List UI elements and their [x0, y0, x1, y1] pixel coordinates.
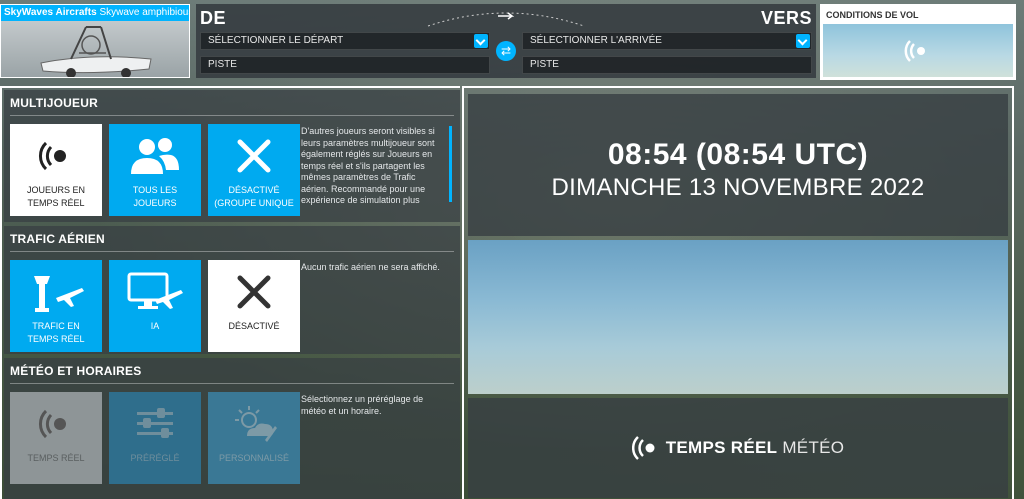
flight-conditions-preview [823, 24, 1013, 77]
weather-time-description: Sélectionnez un préréglage de météo et u… [301, 394, 424, 416]
weather-option-custom[interactable]: PERSONNALISÉ [208, 392, 300, 484]
traffic-option-ai[interactable]: IA [109, 260, 201, 352]
flight-setup-bar: SkyWaves Aircrafts Skywave amphibious DE… [0, 0, 1024, 82]
tile-label: DÉSACTIVÉ [228, 321, 280, 331]
aircraft-maker: SkyWaves Aircrafts [4, 7, 97, 18]
swap-icon: ⇄ [500, 44, 512, 58]
sky-preview [468, 240, 1008, 394]
departure-select[interactable]: SÉLECTIONNER LE DÉPART [200, 32, 490, 50]
users-icon [131, 138, 179, 174]
weather-option-preset[interactable]: PRÉRÉGLÉ [109, 392, 201, 484]
sliders-icon [137, 408, 173, 438]
departure-select-text: SÉLECTIONNER LE DÉPART [208, 35, 344, 46]
weather-time-title: MÉTÉO ET HORAIRES [10, 364, 454, 384]
live-weather-light: MÉTÉO [782, 438, 845, 457]
flight-conditions-card[interactable]: CONDITIONS DE VOL [820, 4, 1016, 80]
live-signal-icon [631, 436, 655, 460]
weather-option-live[interactable]: TEMPS RÉEL [10, 392, 102, 484]
traffic-option-live[interactable]: TRAFIC EN TEMPS RÉEL [10, 260, 102, 352]
current-date: DIMANCHE 13 NOVEMBRE 2022 [551, 174, 925, 201]
current-time: 08:54 (08:54 UTC) [607, 138, 869, 171]
multiplayer-section: MULTIJOUEUR JOUEURS EN TEMPS RÉEL TOUS L… [4, 90, 460, 222]
tower-plane-icon [34, 276, 84, 312]
monitor-plane-icon [127, 272, 183, 309]
live-signal-icon [39, 409, 66, 439]
multiplayer-option-live-players[interactable]: JOUEURS EN TEMPS RÉEL [10, 124, 102, 216]
aircraft-selection-card[interactable]: SkyWaves Aircrafts Skywave amphibious [0, 4, 190, 78]
tile-label: IA [150, 321, 160, 331]
live-signal-icon [904, 39, 925, 62]
close-icon [237, 139, 271, 173]
tile-label: PRÉRÉGLÉ [130, 453, 180, 463]
arrival-runway-text: PISTE [530, 59, 559, 70]
live-signal-icon [39, 141, 66, 171]
air-traffic-section: TRAFIC AÉRIEN TRAFIC EN TEMPS RÉEL IA DÉ… [4, 226, 460, 354]
multiplayer-option-disabled[interactable]: DÉSACTIVÉ (GROUPE UNIQUE [208, 124, 300, 216]
route-panel: DE VERS SÉLECTIONNER LE DÉPART ⇄ SÉLECTI… [196, 4, 816, 78]
arrival-select-text: SÉLECTIONNER L'ARRIVÉE [530, 35, 662, 46]
time-display: 08:54 (08:54 UTC) DIMANCHE 13 NOVEMBRE 2… [468, 94, 1008, 236]
arrival-runway-select[interactable]: PISTE [522, 56, 812, 74]
swap-route-button[interactable]: ⇄ [496, 41, 516, 61]
weather-time-section: MÉTÉO ET HORAIRES TEMPS RÉEL PRÉRÉGLÉ PE… [4, 358, 460, 499]
air-traffic-title: TRAFIC AÉRIEN [10, 232, 454, 252]
multiplayer-option-all-players[interactable]: TOUS LES JOUEURS [109, 124, 201, 216]
multiplayer-description: D'autres joueurs seront visibles si leur… [301, 126, 435, 205]
flight-conditions-title: CONDITIONS DE VOL [826, 10, 919, 20]
aircraft-title: SkyWaves Aircrafts Skywave amphibious [1, 5, 189, 21]
traffic-option-disabled[interactable]: DÉSACTIVÉ [208, 260, 300, 352]
to-label: VERS [760, 8, 812, 28]
settings-column: MULTIJOUEUR JOUEURS EN TEMPS RÉEL TOUS L… [0, 86, 460, 499]
air-traffic-description: Aucun trafic aérien ne sera affiché. [301, 262, 440, 272]
tile-label: TOUS LES JOUEURS [132, 185, 178, 208]
tile-label: TRAFIC EN TEMPS RÉEL [27, 321, 85, 344]
tile-label: JOUEURS EN TEMPS RÉEL [26, 185, 85, 208]
multiplayer-title: MULTIJOUEUR [10, 96, 454, 116]
arrival-select[interactable]: SÉLECTIONNER L'ARRIVÉE [522, 32, 812, 50]
departure-runway-select[interactable]: PISTE [200, 56, 490, 74]
departure-runway-text: PISTE [208, 59, 237, 70]
live-weather-bold: TEMPS RÉEL [665, 438, 778, 457]
aircraft-model: Skywave amphibious [99, 7, 189, 18]
chevron-down-icon[interactable] [474, 34, 488, 48]
close-icon [237, 275, 271, 309]
chevron-down-icon[interactable] [796, 34, 810, 48]
live-weather-label: TEMPS RÉEL MÉTÉO [666, 438, 845, 458]
route-arc-icon [427, 12, 585, 27]
live-weather-banner: TEMPS RÉEL MÉTÉO [468, 398, 1008, 498]
multiplayer-scrollbar[interactable] [449, 126, 452, 202]
sun-cloud-edit-icon [235, 406, 277, 442]
tile-label: PERSONNALISÉ [218, 453, 290, 463]
weather-preview-panel: 08:54 (08:54 UTC) DIMANCHE 13 NOVEMBRE 2… [462, 86, 1014, 499]
tile-label: DÉSACTIVÉ (GROUPE UNIQUE [214, 185, 294, 208]
aircraft-image [40, 26, 152, 77]
tile-label: TEMPS RÉEL [27, 453, 85, 463]
from-label: DE [200, 8, 227, 28]
